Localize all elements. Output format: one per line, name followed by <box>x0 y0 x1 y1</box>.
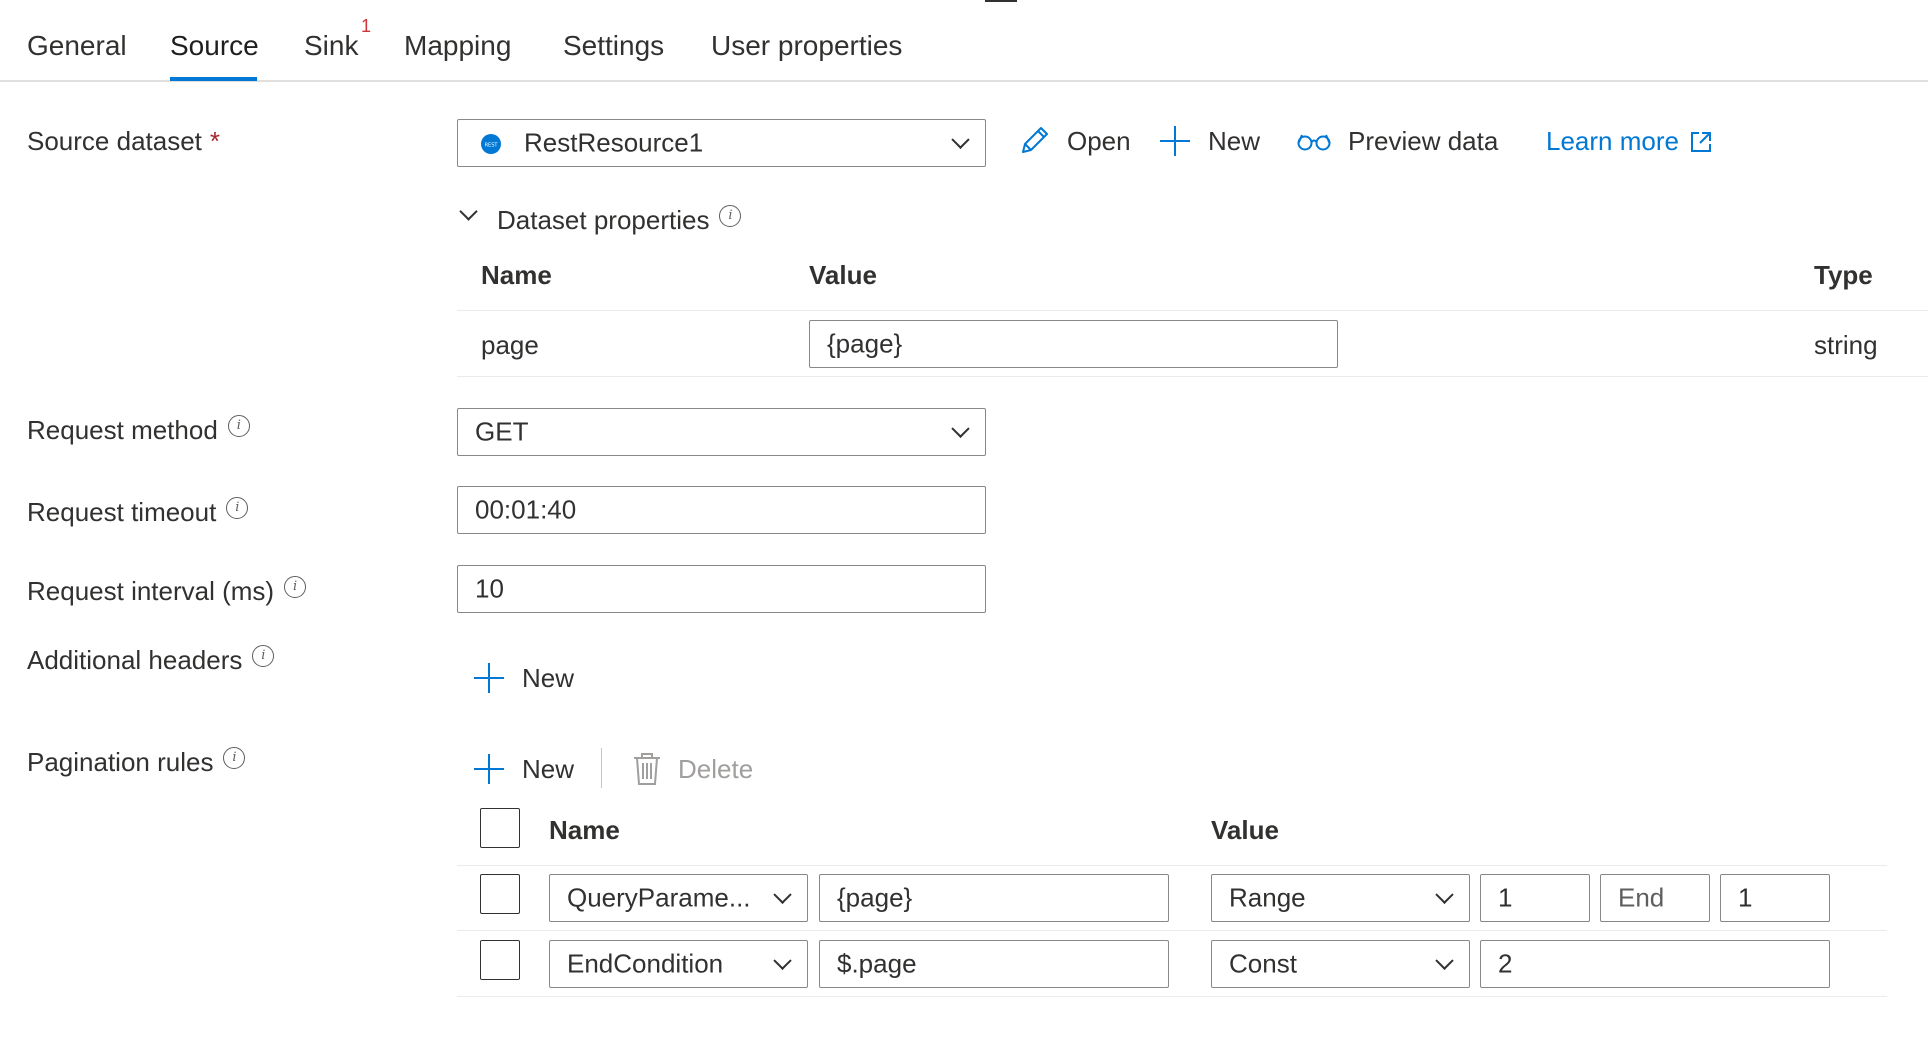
external-link-icon <box>1690 131 1711 152</box>
pagination-name-select[interactable]: QueryParame... <box>549 874 808 922</box>
info-icon[interactable]: i <box>226 497 249 519</box>
sink-error-badge: 1 <box>361 16 372 36</box>
row-checkbox[interactable] <box>480 940 520 980</box>
property-type: string <box>1814 330 1878 360</box>
tab-user-properties[interactable]: User properties <box>711 30 902 62</box>
request-interval-input[interactable]: 10 <box>457 565 986 613</box>
pagination-key-input[interactable]: $.page <box>819 940 1169 988</box>
table-divider <box>457 930 1887 931</box>
chevron-down-icon <box>459 202 478 221</box>
toolbar-separator <box>601 748 602 788</box>
chevron-down-icon <box>951 130 970 149</box>
chevron-down-icon <box>1435 951 1454 970</box>
open-button[interactable]: Open <box>1017 124 1131 158</box>
glasses-icon <box>1297 134 1331 151</box>
tab-mapping[interactable]: Mapping <box>404 30 511 62</box>
chevron-down-icon <box>773 951 792 970</box>
request-interval-label: Request interval (ms) i <box>27 576 307 607</box>
dataset-properties-toggle[interactable]: Dataset properties i <box>459 202 742 236</box>
column-header-type: Type <box>1814 260 1873 290</box>
request-timeout-label: Request timeout i <box>27 497 249 528</box>
property-name: page <box>481 330 539 360</box>
table-divider <box>457 996 1887 997</box>
info-icon[interactable]: i <box>227 415 250 437</box>
rest-dataset-icon: REST <box>481 134 501 154</box>
table-divider <box>457 376 1928 377</box>
pencil-icon <box>1022 127 1048 153</box>
plus-icon <box>1160 126 1190 156</box>
column-header-name: Name <box>481 260 552 290</box>
svg-text:REST: REST <box>485 143 499 149</box>
chevron-down-icon <box>951 419 970 438</box>
row-checkbox[interactable] <box>480 874 520 914</box>
pagination-name-select[interactable]: EndCondition <box>549 940 808 988</box>
table-divider <box>457 310 1928 311</box>
learn-more-link[interactable]: Learn more <box>1546 126 1713 157</box>
property-value-input[interactable]: {page} <box>809 320 1338 368</box>
const-value-input[interactable]: 2 <box>1480 940 1830 988</box>
pagination-key-input[interactable]: {page} <box>819 874 1169 922</box>
drag-handle[interactable] <box>985 0 1017 2</box>
chevron-down-icon <box>1435 885 1454 904</box>
delete-pagination-rule-button[interactable]: Delete <box>632 752 753 786</box>
range-step-input[interactable]: 1 <box>1720 874 1830 922</box>
preview-data-button[interactable]: Preview data <box>1296 124 1498 158</box>
select-all-checkbox[interactable] <box>480 808 520 848</box>
source-dataset-value: RestResource1 <box>524 127 704 158</box>
required-mark: * <box>209 126 221 156</box>
request-method-select[interactable]: GET <box>457 408 986 456</box>
info-icon[interactable]: i <box>719 205 742 227</box>
info-icon[interactable]: i <box>252 645 275 667</box>
add-pagination-rule-button[interactable]: New <box>472 752 574 786</box>
tab-general[interactable]: General <box>27 30 127 62</box>
pagination-rules-label: Pagination rules i <box>27 747 246 778</box>
source-dataset-select[interactable]: REST RestResource1 <box>457 119 986 167</box>
table-divider <box>457 865 1887 866</box>
add-header-button[interactable]: New <box>472 661 574 695</box>
source-dataset-label: Source dataset * <box>27 126 221 156</box>
plus-icon <box>474 754 504 784</box>
tab-sink[interactable]: Sink <box>304 30 358 62</box>
pagination-type-select[interactable]: Const <box>1211 940 1470 988</box>
tab-bar: General Source Sink 1 Mapping Settings U… <box>0 0 1928 82</box>
column-header-value: Value <box>1211 815 1279 845</box>
additional-headers-label: Additional headers i <box>27 645 275 676</box>
column-header-value: Value <box>809 260 877 290</box>
tab-source[interactable]: Source <box>170 30 259 62</box>
trash-icon <box>634 753 660 785</box>
tab-settings[interactable]: Settings <box>563 30 664 62</box>
new-dataset-button[interactable]: New <box>1158 124 1260 158</box>
chevron-down-icon <box>773 885 792 904</box>
info-icon[interactable]: i <box>223 747 246 769</box>
column-header-name: Name <box>549 815 620 845</box>
request-method-label: Request method i <box>27 415 250 446</box>
info-icon[interactable]: i <box>284 576 307 598</box>
range-start-input[interactable]: 1 <box>1480 874 1590 922</box>
range-end-input[interactable]: End <box>1600 874 1710 922</box>
request-timeout-input[interactable]: 00:01:40 <box>457 486 986 534</box>
pagination-type-select[interactable]: Range <box>1211 874 1470 922</box>
plus-icon <box>474 663 504 693</box>
active-tab-indicator <box>170 77 257 81</box>
